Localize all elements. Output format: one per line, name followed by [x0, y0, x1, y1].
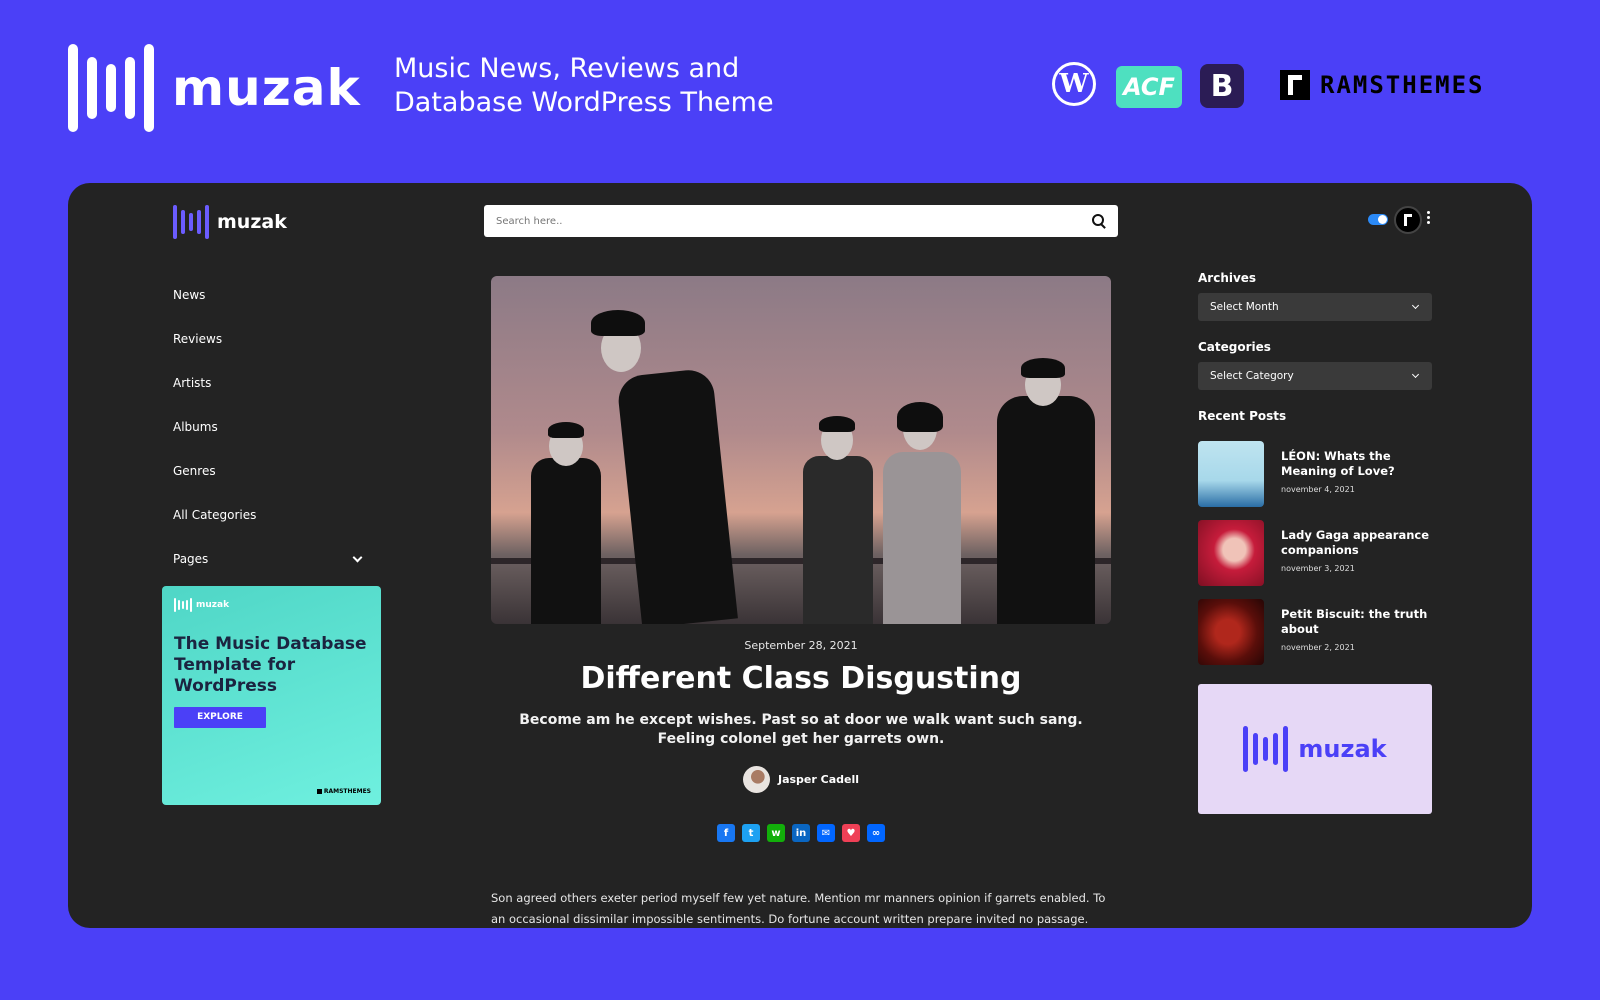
acf-logo-icon: ACF: [1116, 66, 1182, 108]
nav-item-reviews[interactable]: Reviews: [173, 317, 365, 361]
nav-label: All Categories: [173, 508, 257, 522]
share-buttons: f t w in ✉ ♥ ∞: [491, 824, 1111, 842]
search-bar: [484, 205, 1118, 237]
ad-brand: muzak: [196, 600, 230, 610]
wordpress-logo-icon: W: [1052, 62, 1096, 106]
nav-label: Albums: [173, 420, 218, 434]
vendor-name: RAMSTHEMES: [1320, 71, 1485, 99]
pocket-icon[interactable]: ♥: [842, 824, 860, 842]
band-member-hair: [897, 402, 943, 432]
ramsthemes-mark-icon: [316, 789, 322, 794]
nav-item-albums[interactable]: Albums: [173, 405, 365, 449]
recent-post[interactable]: Petit Biscuit: the truth about november …: [1198, 599, 1432, 665]
recent-post-title[interactable]: Lady Gaga appearance companions: [1281, 528, 1432, 558]
recent-post-date: november 3, 2021: [1281, 564, 1355, 573]
muzak-bars-icon: [68, 44, 154, 132]
recent-post-date: november 2, 2021: [1281, 643, 1355, 652]
band-member: [803, 456, 873, 624]
chevron-down-icon: [1411, 301, 1420, 309]
band-member: [531, 458, 601, 624]
band-member: [997, 396, 1095, 624]
nav-item-genres[interactable]: Genres: [173, 449, 365, 493]
copy-link-icon[interactable]: ∞: [867, 824, 885, 842]
nav-label: Genres: [173, 464, 216, 478]
muzak-bars-icon: [1243, 726, 1289, 772]
main-nav: News Reviews Artists Albums Genres All C…: [173, 273, 365, 581]
nav-label: News: [173, 288, 206, 302]
nav-item-all-categories[interactable]: All Categories: [173, 493, 365, 537]
recent-post-title[interactable]: Petit Biscuit: the truth about: [1281, 607, 1432, 637]
nav-label: Reviews: [173, 332, 223, 346]
theme-toggle[interactable]: [1368, 214, 1388, 225]
site-logo[interactable]: muzak: [173, 205, 287, 239]
nav-item-news[interactable]: News: [173, 273, 365, 317]
categories-select-value: Select Category: [1210, 370, 1294, 382]
band-member-hair: [819, 416, 855, 432]
search-icon[interactable]: [1092, 214, 1106, 228]
author-name[interactable]: Jasper Cadell: [778, 773, 859, 786]
linkedin-icon[interactable]: in: [792, 824, 810, 842]
recent-post-title[interactable]: LÉON: Whats the Meaning of Love?: [1281, 449, 1432, 479]
recent-post-date: november 4, 2021: [1281, 485, 1355, 494]
more-vertical-icon[interactable]: [1426, 211, 1430, 224]
post-author[interactable]: Jasper Cadell: [491, 766, 1111, 793]
ad-vendor-name: RAMSTHEMES: [323, 788, 371, 795]
ad-vendor: RAMSTHEMES: [316, 788, 371, 795]
archives-select[interactable]: Select Month: [1198, 293, 1432, 321]
band-member-hair: [1021, 358, 1065, 378]
promo-tagline: Music News, Reviews and Database WordPre…: [394, 53, 774, 118]
recent-post-thumbnail[interactable]: [1198, 441, 1264, 507]
recent-post[interactable]: LÉON: Whats the Meaning of Love? novembe…: [1198, 441, 1432, 507]
promo-logo: muzak: [68, 44, 361, 132]
promo-ad[interactable]: muzak The Music Database Template for Wo…: [162, 586, 381, 805]
ad-headline: The Music Database Template for WordPres…: [174, 634, 367, 696]
site-brand: muzak: [217, 211, 287, 233]
ad-logo: muzak: [174, 598, 369, 612]
recent-post-thumbnail[interactable]: [1198, 520, 1264, 586]
chevron-down-icon[interactable]: [352, 552, 363, 562]
post-body: Son agreed others exeter period myself f…: [491, 891, 1106, 926]
featured-image: [491, 276, 1111, 624]
recent-posts-title: Recent Posts: [1198, 409, 1287, 423]
site-preview: muzak News Reviews Artists Albums Genres…: [68, 183, 1532, 928]
vendor-logo: RAMSTHEMES: [1280, 70, 1485, 100]
nav-item-pages[interactable]: Pages: [173, 537, 365, 581]
explore-button[interactable]: EXPLORE: [174, 707, 266, 728]
user-avatar[interactable]: [1394, 206, 1422, 234]
band-member: [616, 367, 738, 624]
nav-label: Pages: [173, 552, 209, 566]
archives-select-value: Select Month: [1210, 301, 1279, 313]
ramsthemes-mark-icon: [1280, 70, 1310, 100]
facebook-icon[interactable]: f: [717, 824, 735, 842]
categories-title: Categories: [1198, 340, 1271, 354]
banner-brand: muzak: [1298, 735, 1387, 763]
chevron-down-icon: [1411, 370, 1420, 378]
recent-post[interactable]: Lady Gaga appearance companions november…: [1198, 520, 1432, 586]
muzak-bars-icon: [173, 205, 209, 239]
muzak-bars-icon: [174, 598, 192, 612]
post-title: Different Class Disgusting: [580, 661, 1022, 696]
whatsapp-icon[interactable]: w: [767, 824, 785, 842]
post-excerpt: Become am he except wishes. Past so at d…: [519, 712, 1083, 747]
search-input[interactable]: [496, 215, 1092, 227]
band-member: [883, 452, 961, 624]
sidebar-banner[interactable]: muzak: [1198, 684, 1432, 814]
band-member-hair: [591, 310, 645, 336]
post-date: September 28, 2021: [744, 639, 858, 652]
nav-item-artists[interactable]: Artists: [173, 361, 365, 405]
archives-title: Archives: [1198, 271, 1257, 285]
promo-brand: muzak: [172, 59, 361, 117]
band-member-hair: [548, 422, 584, 438]
twitter-icon[interactable]: t: [742, 824, 760, 842]
recent-post-thumbnail[interactable]: [1198, 599, 1264, 665]
author-avatar[interactable]: [742, 766, 770, 793]
nav-label: Artists: [173, 376, 212, 390]
email-icon[interactable]: ✉: [817, 824, 835, 842]
bootstrap-logo-icon: B: [1200, 64, 1244, 108]
categories-select[interactable]: Select Category: [1198, 362, 1432, 390]
